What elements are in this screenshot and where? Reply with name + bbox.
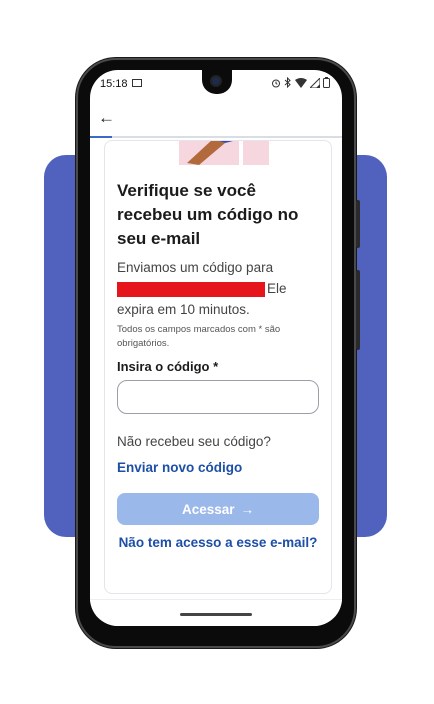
not-received-text: Não recebeu seu código? <box>117 434 271 449</box>
required-note: Todos os campos marcados com * são obrig… <box>117 324 281 349</box>
phone-frame: 15:18 ← Verifique se você recebeu um cód… <box>76 58 360 648</box>
page-title: Verifique se você recebeu um código no s… <box>117 179 323 251</box>
camera-icon <box>210 75 222 87</box>
arrow-right-icon: → <box>240 501 255 517</box>
battery-icon <box>323 77 330 88</box>
navigation-bar <box>90 599 342 626</box>
phone-screen: 15:18 ← Verifique se você recebeu um cód… <box>90 70 342 626</box>
sent-message: Enviamos um código para Ele expira em 10… <box>117 257 323 320</box>
signal-icon <box>310 77 320 88</box>
phone-volume-button <box>356 270 360 350</box>
progress-track <box>90 136 342 138</box>
sent-expiry: expira em 10 minutos. <box>117 302 250 317</box>
title-line: recebeu um código no <box>117 205 299 224</box>
code-input[interactable] <box>117 380 319 414</box>
title-line: seu e-mail <box>117 229 201 248</box>
submit-button[interactable]: Acessar → <box>117 493 319 525</box>
wifi-icon <box>295 77 307 88</box>
app-bar: ← <box>90 100 342 138</box>
alarm-icon <box>272 79 280 87</box>
phone-side-button <box>356 200 360 248</box>
home-indicator[interactable] <box>180 613 252 616</box>
status-icons <box>271 77 330 88</box>
no-access-link[interactable]: Não tem acesso a esse e-mail? <box>105 535 331 550</box>
verification-card: Verifique se você recebeu um código no s… <box>104 140 332 594</box>
submit-label: Acessar <box>181 501 235 517</box>
sent-prefix: Enviamos um código para <box>117 260 274 275</box>
redacted-email <box>117 281 265 297</box>
bluetooth-icon <box>284 77 291 88</box>
code-label: Insira o código * <box>117 359 219 374</box>
title-line: Verifique se você <box>117 181 256 200</box>
back-arrow-icon[interactable]: ← <box>98 108 115 128</box>
progress-fill <box>90 136 112 138</box>
illustration-image <box>179 141 269 165</box>
status-time: 15:18 <box>100 78 128 90</box>
resend-code-link[interactable]: Enviar novo código <box>117 460 242 475</box>
screenshot-icon <box>132 79 142 87</box>
sent-email-line: Ele <box>117 278 323 299</box>
sent-suffix: Ele <box>267 281 287 296</box>
